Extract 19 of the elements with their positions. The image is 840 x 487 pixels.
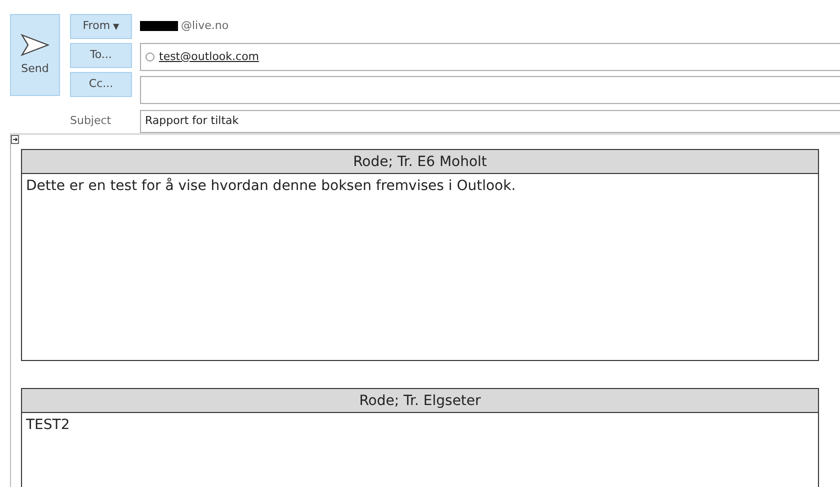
redaction-bar	[140, 21, 178, 31]
subject-label: Subject	[70, 112, 112, 129]
presence-icon	[145, 52, 155, 62]
box-text: Dette er en test for å vise hvordan denne boksen fremvises i Outlook.	[26, 178, 516, 194]
subject-field[interactable]: Rapport for tiltak	[140, 110, 840, 132]
to-field[interactable]: test@outlook.com	[140, 43, 840, 71]
recipient-link[interactable]: test@outlook.com	[159, 48, 260, 66]
caret-icon: ▼	[113, 20, 120, 32]
box-header: Rode; Tr. E6 Moholt	[22, 150, 818, 174]
table-move-icon	[11, 135, 19, 144]
box-header: Rode; Tr. Elgseter	[22, 389, 818, 413]
send-icon	[20, 32, 50, 57]
send-button[interactable]: Send	[10, 14, 60, 96]
from-button[interactable]: From ▼	[70, 14, 132, 39]
box-text: TEST2	[26, 417, 70, 433]
sender-address: @live.no	[181, 18, 229, 34]
to-button[interactable]: To...	[70, 43, 132, 68]
cc-button[interactable]: Cc...	[70, 72, 132, 97]
cc-field[interactable]	[140, 76, 840, 104]
